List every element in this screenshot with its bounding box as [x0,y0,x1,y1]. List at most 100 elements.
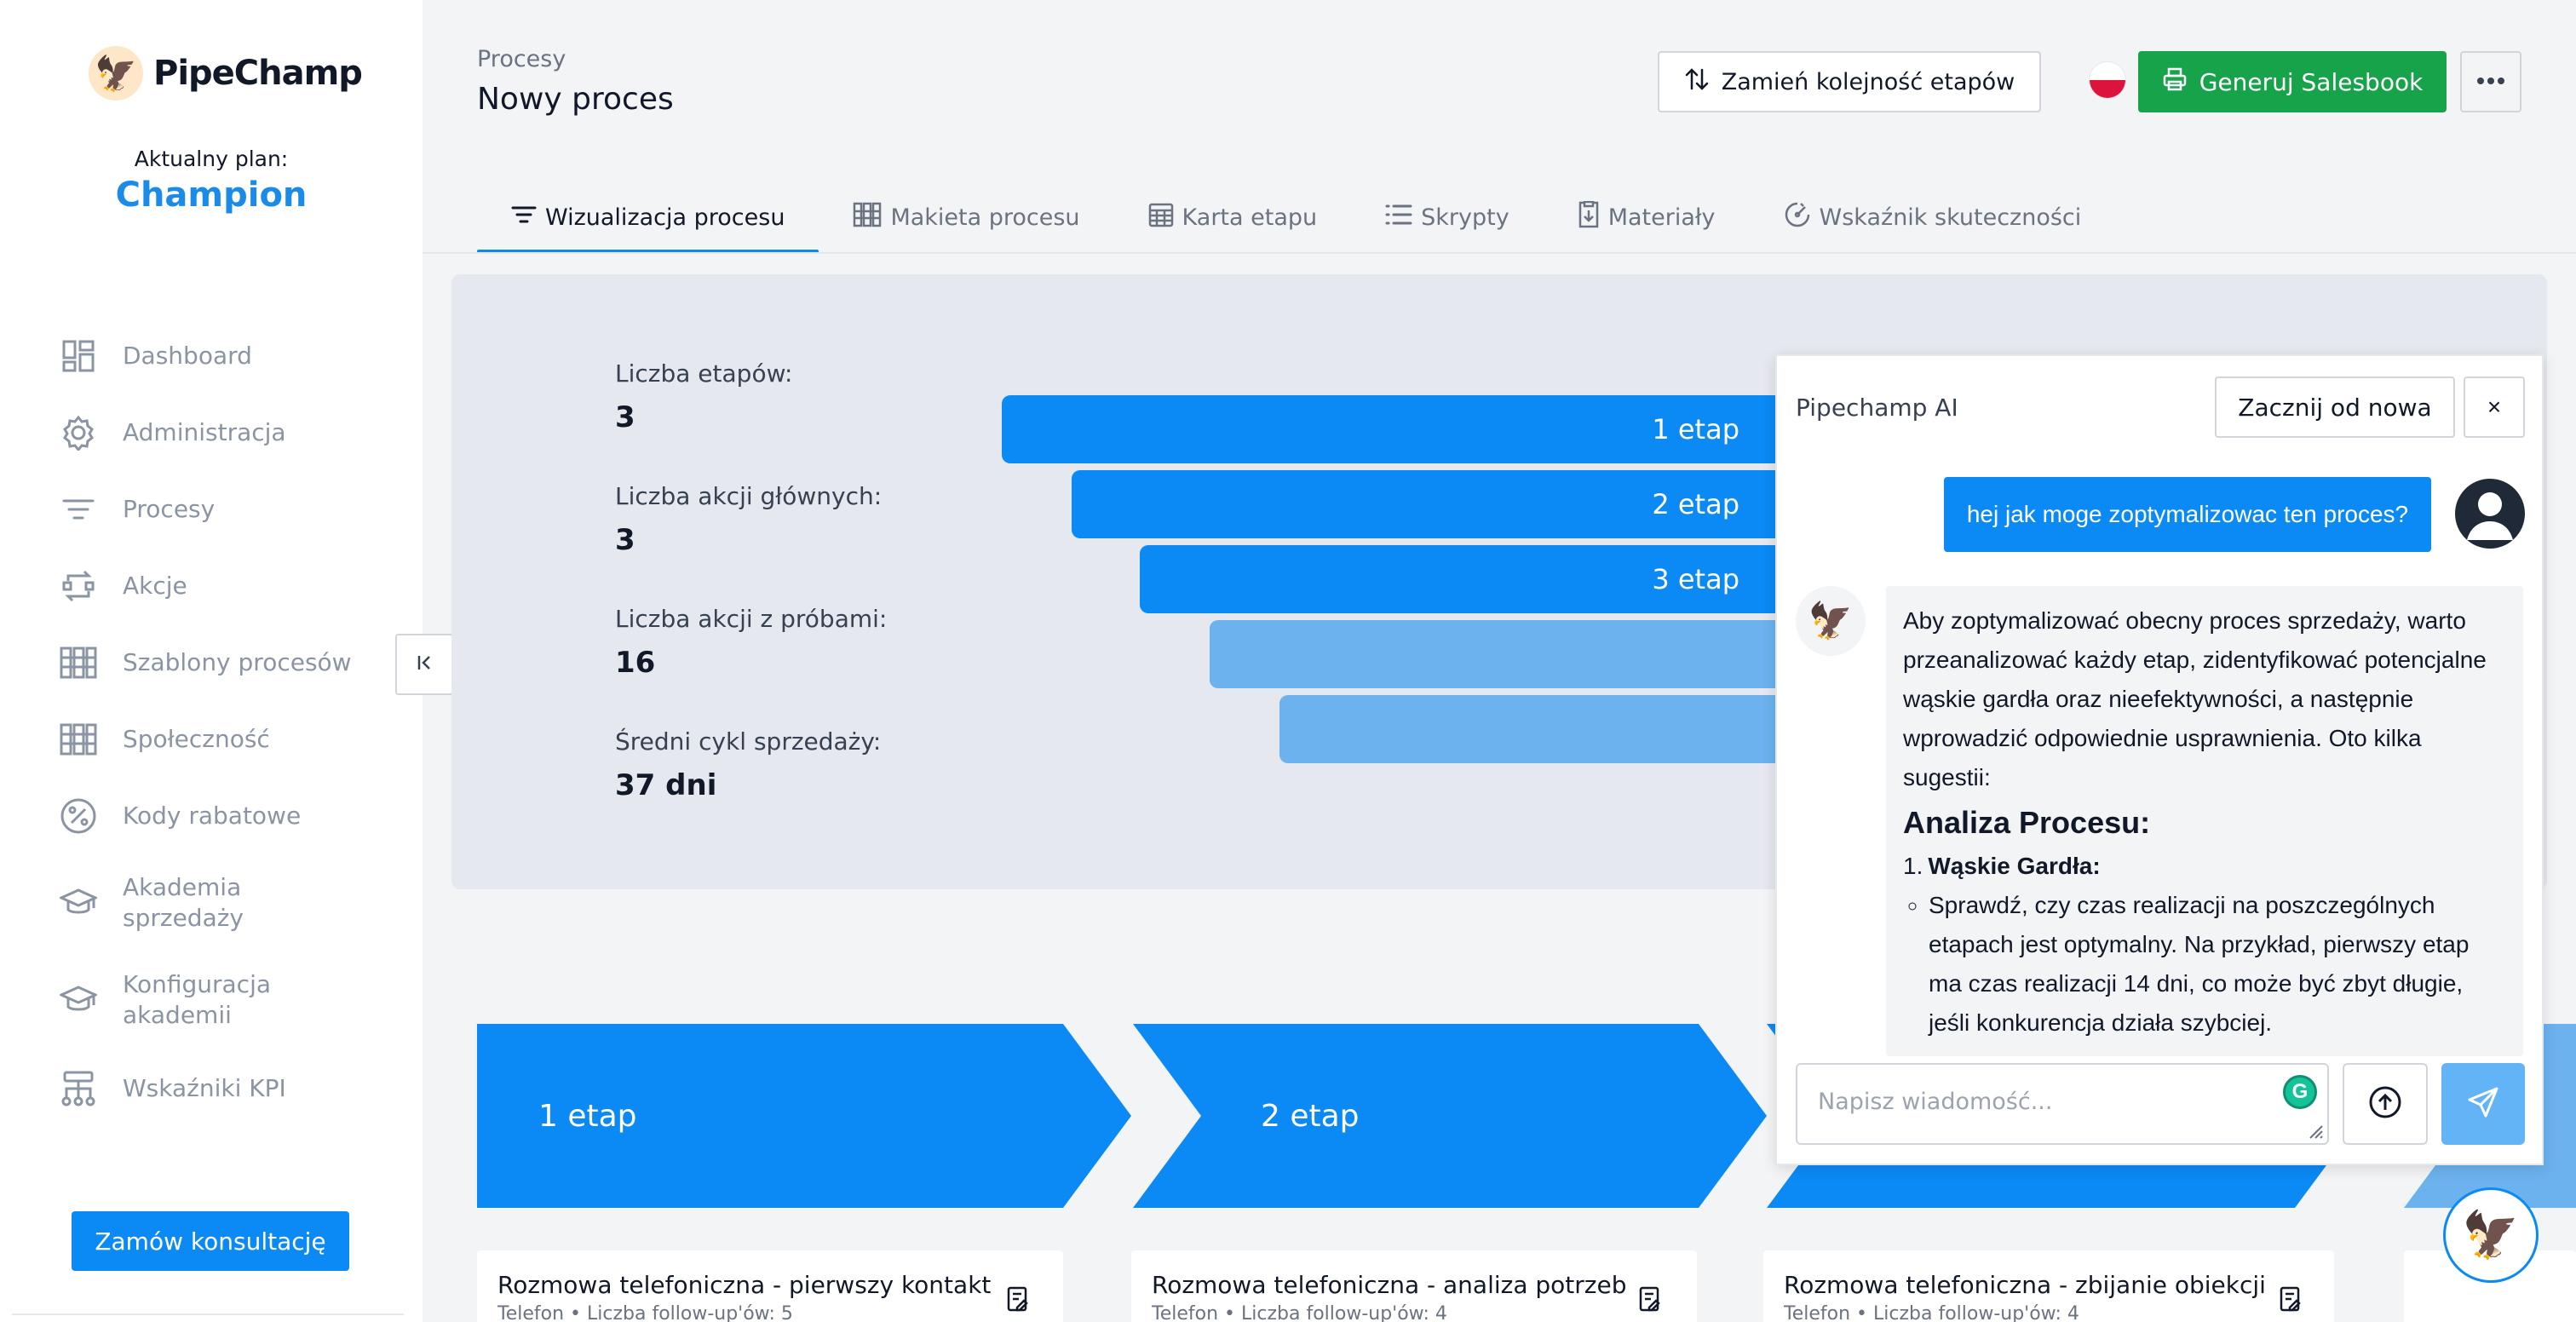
send-icon [2466,1085,2500,1124]
tab-label: Wskaźnik skuteczności [1819,204,2082,231]
stat-value: 3 [615,400,635,434]
sidebar-item-dashboard[interactable]: Dashboard [58,336,399,376]
edit-document-icon[interactable] [1639,1286,1665,1312]
process-tabs: Wizualizacja procesu Makieta procesu Kar… [477,181,2115,254]
sidebar-item-procesy[interactable]: Procesy [58,489,399,530]
tab-label: Wizualizacja procesu [545,204,785,231]
swap-stages-button[interactable]: Zamień kolejność etapów [1658,51,2041,112]
edit-document-icon[interactable] [2280,1286,2305,1312]
bot-list-item: 1. Wąskie Gardła: [1903,847,2506,886]
stat-value: 3 [615,523,635,557]
funnel-bar[interactable]: 1 etap [1002,395,1785,463]
sidebar-item-szablony[interactable]: Szablony procesów [58,642,399,683]
calendar-grid-icon [1148,202,1174,233]
ai-assistant-button[interactable]: 🦅 [2443,1187,2539,1283]
actions-icon [58,566,99,606]
sidebar-item-label: Akademia sprzedaży [123,873,244,932]
funnel-bar[interactable]: 3 etap [1140,545,1785,613]
card-subtitle: Telefon • Liczba follow-up'ów: 5 [497,1303,793,1322]
send-button[interactable] [2441,1063,2525,1145]
stage-arrow[interactable]: 1 etap [477,1024,1131,1208]
sidebar-item-spolecznosc[interactable]: Społeczność [58,719,399,760]
resize-handle-icon[interactable] [2305,1121,2324,1140]
app-name: PipeChamp [153,54,363,93]
app-logo[interactable]: 🦅 PipeChamp [89,46,363,101]
stage-arrow[interactable]: 2 etap [1133,1024,1767,1208]
funnel-bar[interactable]: 2 etap [1072,470,1785,538]
polish-flag-icon[interactable] [2089,61,2126,99]
sidebar-item-kody-rabatowe[interactable]: Kody rabatowe [58,796,399,836]
grammarly-icon[interactable]: G [2283,1075,2317,1109]
dashboard-icon [58,336,99,376]
sidebar-item-label: Szablony procesów [123,648,352,676]
gauge-icon [1784,201,1811,234]
tab-wizualizacja[interactable]: Wizualizacja procesu [477,181,819,254]
funnel-bar[interactable] [1279,695,1785,763]
chat-message-input[interactable] [1797,1065,2327,1143]
sidebar-item-konfiguracja-akademii[interactable]: Konfiguracja akademii [58,969,399,1031]
action-card[interactable]: Rozmowa telefoniczna - analiza potrzeb T… [1131,1250,1697,1322]
plan-label: Aktualny plan: [134,147,289,171]
sidebar-item-label: Społeczność [123,725,270,753]
sidebar-item-label: Wskaźniki KPI [123,1074,286,1102]
sidebar-item-label: Kody rabatowe [123,802,302,830]
filter-icon [58,489,99,530]
card-title: Rozmowa telefoniczna - pierwszy kontakt [497,1271,992,1299]
sidebar-item-label: Dashboard [123,342,252,370]
eagle-mascot-icon: 🦅 [89,46,143,101]
tab-skrypty[interactable]: Skrypty [1351,181,1544,254]
tab-label: Karta etapu [1182,204,1318,231]
swap-arrows-icon [1684,66,1710,98]
user-avatar-icon [2455,479,2525,549]
more-options-button[interactable] [2460,51,2521,112]
tab-wskaznik-skutecznosci[interactable]: Wskaźnik skuteczności [1750,181,2116,254]
sidebar-item-wskazniki-kpi[interactable]: Wskaźniki KPI [58,1068,399,1109]
action-card[interactable]: Rozmowa telefoniczna - pierwszy kontakt … [477,1250,1063,1322]
tab-label: Makieta procesu [890,204,1080,231]
sidebar-item-label: Akcje [123,572,187,600]
bot-heading: Analiza Procesu: [1903,805,2151,840]
bot-sublist-item: Sprawdź, czy czas realizacji na poszczeg… [1929,886,2506,1043]
card-subtitle: Telefon • Liczba follow-up'ów: 4 [1152,1303,1447,1322]
sidebar-item-akademia-sprzedazy[interactable]: Akademia sprzedaży [58,872,399,934]
sidebar-item-administracja[interactable]: Administracja [58,412,399,453]
tab-makieta[interactable]: Makieta procesu [819,181,1113,254]
collapse-sidebar-button[interactable] [395,634,455,695]
stat-label: Średni cykl sprzedaży: [615,727,882,756]
stat-value: 37 dni [615,768,717,802]
printer-icon [2162,66,2188,98]
gear-icon [58,412,99,453]
tab-karta-etapu[interactable]: Karta etapu [1114,181,1352,254]
sidebar-item-label: Konfiguracja akademii [123,970,272,1029]
swap-stages-label: Zamień kolejność etapów [1721,68,2015,95]
stat-label: Liczba akcji głównych: [615,482,883,510]
document-download-icon [1578,200,1600,234]
card-title: Rozmowa telefoniczna - analiza potrzeb [1152,1271,1627,1299]
breadcrumb[interactable]: Procesy [477,46,566,72]
chat-title: Pipechamp AI [1796,394,1958,422]
edit-document-icon[interactable] [1007,1286,1032,1312]
list-icon [1385,203,1412,233]
card-subtitle: Telefon • Liczba follow-up'ów: 4 [1784,1303,2079,1322]
close-chat-button[interactable]: × [2464,376,2525,438]
generate-salesbook-label: Generuj Salesbook [2199,67,2424,96]
bot-intro: Aby zoptymalizować obecny proces sprzeda… [1903,607,2487,790]
upload-button[interactable] [2343,1063,2428,1145]
restart-chat-button[interactable]: Zacznij od nowa [2215,376,2455,438]
user-message: hej jak moge zoptymalizowac ten proces? [1944,477,2431,552]
upload-icon [2367,1084,2403,1124]
sidebar-item-akcje[interactable]: Akcje [58,566,399,606]
stage-label: 1 etap [538,1098,637,1134]
page-title: Nowy proces [477,82,674,117]
order-consultation-button[interactable]: Zamów konsultację [72,1211,349,1271]
generate-salesbook-button[interactable]: Generuj Salesbook [2138,51,2447,112]
eagle-bot-avatar-icon: 🦅 [1796,586,1866,656]
eagle-mascot-icon: 🦅 [2462,1209,2520,1261]
action-card[interactable]: Rozmowa telefoniczna - zbijanie obiekcji… [1763,1250,2334,1322]
funnel-bar[interactable] [1210,620,1785,688]
stat-label: Liczba etapów: [615,359,793,388]
chat-message-field[interactable]: G [1796,1063,2329,1145]
tab-materialy[interactable]: Materiały [1544,181,1750,254]
graduation-cap-icon [58,980,99,1020]
bot-message: Aby zoptymalizować obecny proces sprzeda… [1886,586,2523,1056]
